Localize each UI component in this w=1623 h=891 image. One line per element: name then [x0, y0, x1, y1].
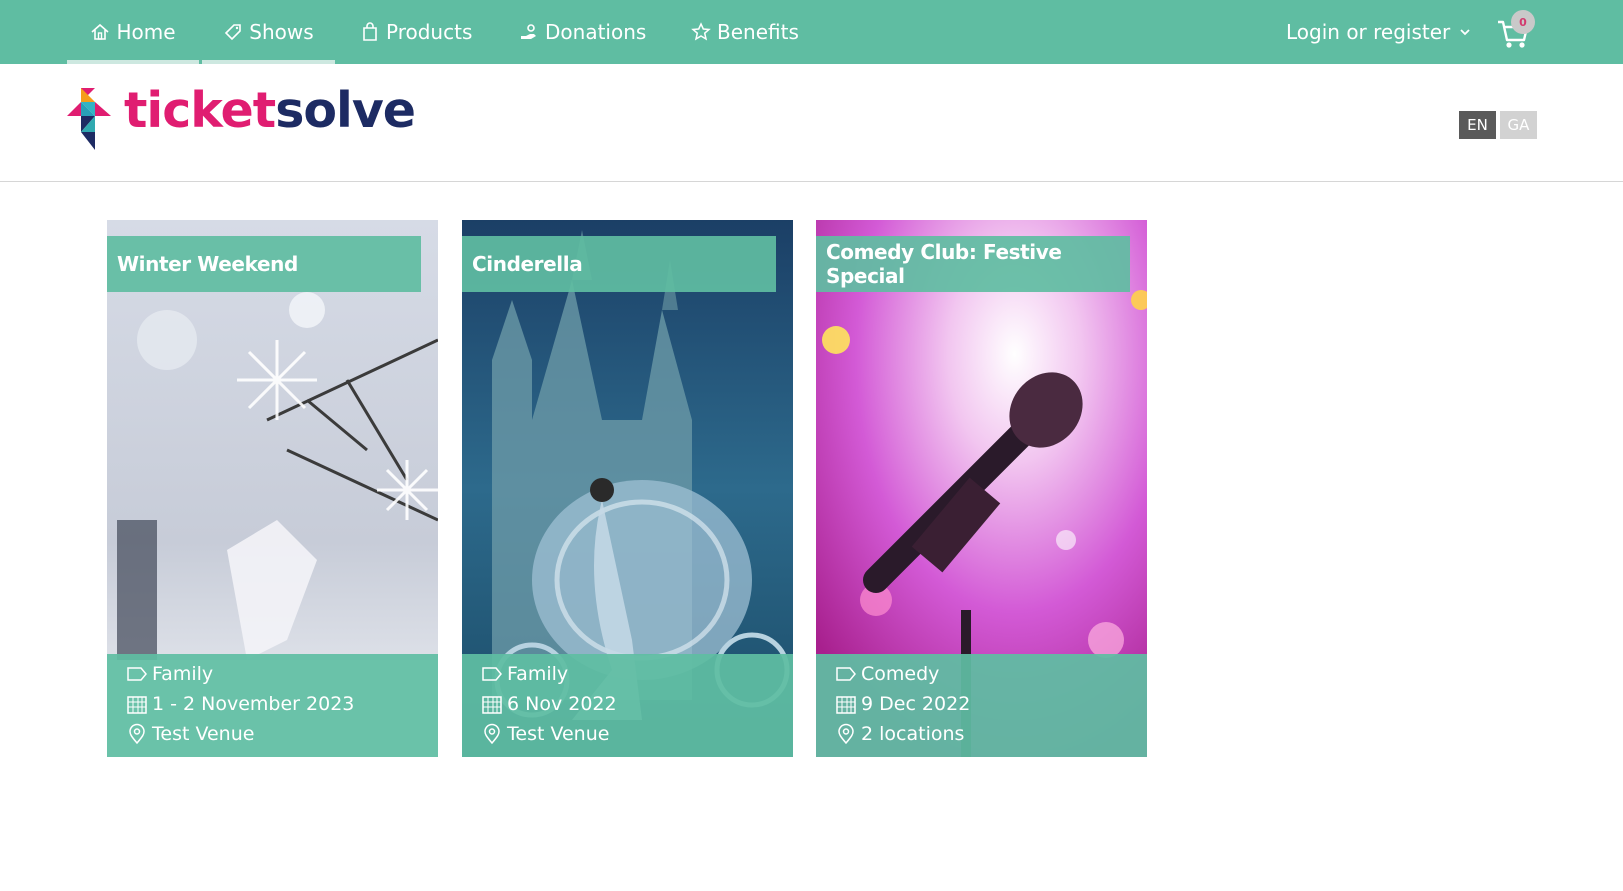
show-title[interactable]: Comedy Club: Festive Special	[816, 236, 1130, 292]
nav-donations[interactable]: Donations	[519, 0, 646, 64]
show-date-label: 9 Dec 2022	[861, 693, 971, 715]
calendar-icon	[836, 696, 856, 714]
show-title[interactable]: Winter Weekend	[107, 236, 421, 292]
donation-icon	[521, 24, 536, 39]
show-venue: Test Venue	[126, 720, 254, 748]
chevron-down-icon	[1460, 29, 1470, 36]
show-category: Family	[126, 660, 213, 688]
nav-products-label: Products	[386, 20, 473, 44]
nav-home-label: Home	[116, 20, 176, 44]
show-info: Comedy 9 Dec 2022 2 locations	[816, 654, 1147, 757]
location-pin-icon	[484, 723, 500, 745]
nav-donations-label: Donations	[545, 20, 647, 44]
show-info: Family 6 Nov 2022 Test Venue	[462, 654, 793, 757]
nav-shows[interactable]: Shows	[202, 0, 335, 64]
nav-shows-label: Shows	[249, 20, 314, 44]
nav-benefits[interactable]: Benefits	[691, 0, 799, 64]
ticketsolve-logo-mark[interactable]	[67, 88, 113, 151]
show-card[interactable]: Cinderella Family 6 Nov 2022 Test Venue	[462, 220, 793, 757]
calendar-icon	[127, 696, 147, 714]
cart-count-badge: 0	[1511, 10, 1535, 34]
nav-benefits-label: Benefits	[717, 20, 799, 44]
star-badge-icon	[691, 22, 711, 41]
site-header: ticketsolve EN GA	[0, 64, 1623, 182]
tag-icon	[836, 667, 856, 681]
show-date: 6 Nov 2022	[481, 690, 617, 718]
show-info: Family 1 - 2 November 2023 Test Venue	[107, 654, 438, 757]
logo-ticket-word: ticket	[124, 82, 276, 139]
home-icon	[91, 23, 109, 40]
show-venue: 2 locations	[835, 720, 964, 748]
show-venue-label: Test Venue	[507, 723, 610, 745]
nav-home[interactable]: Home	[67, 0, 199, 64]
logo-solve-word: solve	[275, 82, 416, 139]
show-category-label: Comedy	[861, 663, 940, 685]
show-title[interactable]: Cinderella	[462, 236, 776, 292]
show-date: 1 - 2 November 2023	[126, 690, 354, 718]
show-category: Family	[481, 660, 568, 688]
location-pin-icon	[129, 723, 145, 745]
tag-icon	[225, 24, 242, 41]
nav-products[interactable]: Products	[360, 0, 472, 64]
bag-icon	[363, 22, 377, 41]
show-category-label: Family	[507, 663, 569, 685]
login-label: Login or register	[1286, 20, 1451, 44]
show-category-label: Family	[152, 663, 214, 685]
top-navigation: Home Shows Products Donations Benefits L…	[0, 0, 1623, 64]
show-date: 9 Dec 2022	[835, 690, 970, 718]
tag-icon	[482, 667, 502, 681]
show-venue: Test Venue	[481, 720, 609, 748]
calendar-icon	[482, 696, 502, 714]
language-en-button[interactable]: EN	[1459, 111, 1496, 139]
ticketsolve-logo-text[interactable]: ticketsolve	[124, 86, 416, 135]
show-date-label: 6 Nov 2022	[507, 693, 617, 715]
login-register-dropdown[interactable]: Login or register	[1286, 0, 1472, 64]
show-category: Comedy	[835, 660, 939, 688]
show-card[interactable]: Comedy Club: Festive Special Comedy 9 De…	[816, 220, 1147, 757]
language-ga-button[interactable]: GA	[1500, 111, 1537, 139]
show-venue-label: 2 locations	[861, 723, 965, 745]
show-venue-label: Test Venue	[152, 723, 255, 745]
tag-icon	[127, 667, 147, 681]
show-date-label: 1 - 2 November 2023	[152, 693, 355, 715]
location-pin-icon	[838, 723, 854, 745]
show-card[interactable]: Winter Weekend Family 1 - 2 November 202…	[107, 220, 438, 757]
